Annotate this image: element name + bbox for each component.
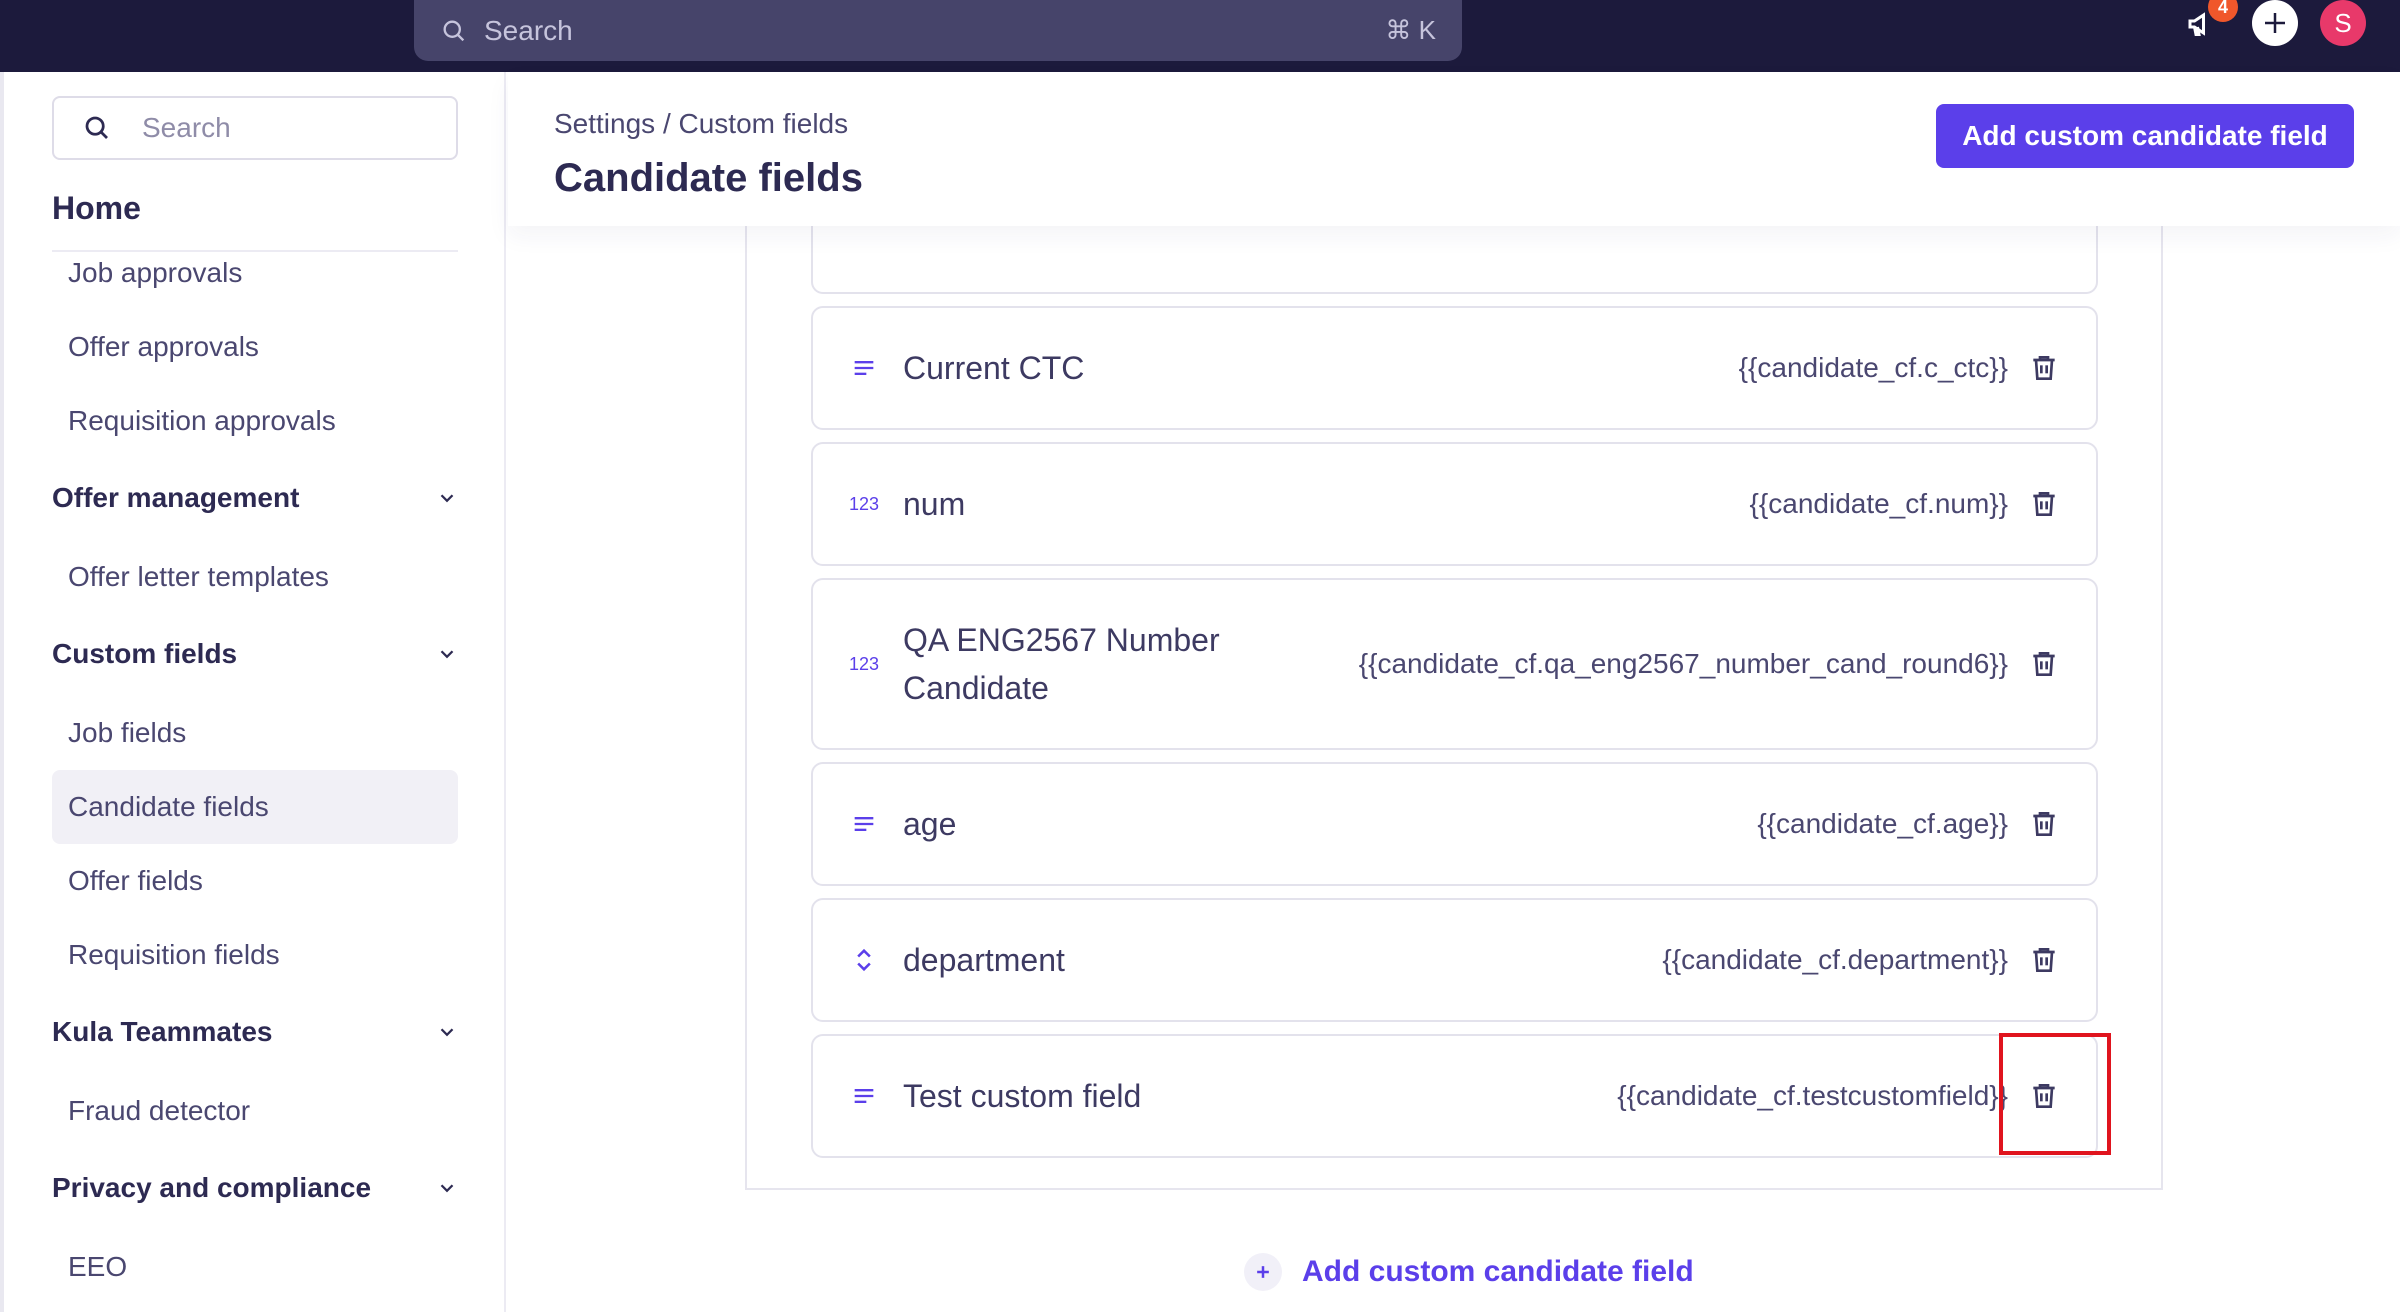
select-chevrons-icon — [849, 945, 879, 975]
sidebar-item-eeo[interactable]: EEO — [52, 1230, 458, 1304]
global-search-bar[interactable]: Search ⌘ K — [414, 0, 1462, 61]
add-custom-field-link[interactable]: Add custom candidate field — [1244, 1248, 1694, 1296]
sidebar-group-label: Offer management — [52, 482, 300, 513]
field-card-department[interactable]: department {{candidate_cf.department}} — [811, 898, 2098, 1022]
sidebar-item-requisition-fields[interactable]: Requisition fields — [52, 918, 458, 992]
sidebar-item-offer-fields[interactable]: Offer fields — [52, 844, 458, 918]
field-card-partial — [811, 226, 2098, 294]
sidebar-search-input[interactable]: Search — [52, 96, 458, 160]
field-card-current-ctc[interactable]: Current CTC {{candidate_cf.c_ctc}} — [811, 306, 2098, 430]
field-card-test-custom-field[interactable]: Test custom field {{candidate_cf.testcus… — [811, 1034, 2098, 1158]
field-name: Test custom field — [903, 1078, 1142, 1114]
search-shortcut-hint: ⌘ K — [1385, 15, 1436, 45]
sidebar-group-label: Custom fields — [52, 638, 238, 669]
chevron-down-icon — [436, 487, 458, 509]
add-custom-candidate-field-button[interactable]: Add custom candidate field — [1936, 104, 2354, 168]
trash-icon[interactable] — [2028, 487, 2060, 521]
field-name: num — [903, 486, 966, 522]
trash-icon[interactable] — [2028, 647, 2060, 681]
text-lines-icon — [849, 353, 879, 383]
field-name-line-1: QA ENG2567 Number — [903, 622, 1220, 658]
sidebar-item-offer-approvals[interactable]: Offer approvals — [52, 310, 458, 384]
settings-sidebar: Search Home Job approvals Offer approval… — [0, 72, 506, 1312]
sidebar-group-kula-teammates[interactable]: Kula Teammates — [52, 1002, 458, 1062]
search-icon — [82, 113, 112, 143]
field-name: department — [903, 942, 1065, 978]
global-search-placeholder: Search — [484, 14, 573, 46]
breadcrumb[interactable]: Settings / Custom fields — [554, 108, 848, 140]
page-header: Settings / Custom fields Candidate field… — [508, 72, 2400, 226]
field-card-age[interactable]: age {{candidate_cf.age}} — [811, 762, 2098, 886]
page-title: Candidate fields — [554, 156, 863, 200]
field-merge-key: {{candidate_cf.c_ctc}} — [1738, 352, 2008, 383]
add-custom-field-label: Add custom candidate field — [1302, 1255, 1694, 1288]
sidebar-group-custom-fields[interactable]: Custom fields — [52, 624, 458, 684]
number-icon: 123 — [848, 653, 880, 674]
field-merge-key: {{candidate_cf.qa_eng2567_number_cand_ro… — [1358, 648, 2008, 679]
sidebar-item-offer-letter-templates[interactable]: Offer letter templates — [52, 540, 458, 614]
plus-icon — [2260, 8, 2290, 38]
trash-icon[interactable] — [2028, 807, 2060, 841]
sidebar-item-job-approvals[interactable]: Job approvals — [52, 236, 458, 310]
field-merge-key: {{candidate_cf.age}} — [1757, 808, 2008, 839]
text-lines-icon — [849, 809, 879, 839]
create-new-button[interactable] — [2252, 0, 2298, 46]
sidebar-item-requisition-approvals[interactable]: Requisition approvals — [52, 384, 458, 458]
trash-icon[interactable] — [2028, 943, 2060, 977]
field-merge-key: {{candidate_cf.department}} — [1662, 944, 2008, 975]
field-name: Current CTC — [903, 350, 1085, 386]
sidebar-group-label: Kula Teammates — [52, 1016, 273, 1047]
sidebar-group-label: Privacy and compliance — [52, 1172, 372, 1203]
field-merge-key: {{candidate_cf.num}} — [1749, 488, 2008, 519]
sidebar-group-privacy-compliance[interactable]: Privacy and compliance — [52, 1158, 458, 1218]
sidebar-item-job-fields[interactable]: Job fields — [52, 696, 458, 770]
field-name-line-2: Candidate — [903, 670, 1049, 706]
search-icon — [440, 17, 468, 45]
field-card-qa-eng2567[interactable]: 123 QA ENG2567 Number Candidate {{candid… — [811, 578, 2098, 750]
chevron-down-icon — [436, 1177, 458, 1199]
sidebar-item-fraud-detector[interactable]: Fraud detector — [52, 1074, 458, 1148]
text-lines-icon — [849, 1081, 879, 1111]
field-merge-key: {{candidate_cf.testcustomfield}} — [1617, 1080, 2008, 1111]
trash-icon[interactable] — [2028, 351, 2060, 385]
sidebar-item-candidate-fields[interactable]: Candidate fields — [52, 770, 458, 844]
chevron-down-icon — [436, 643, 458, 665]
sidebar-home-link[interactable]: Home — [52, 190, 141, 227]
user-avatar[interactable]: S — [2320, 0, 2366, 46]
field-name: QA ENG2567 Number Candidate — [903, 616, 1220, 712]
sidebar-group-offer-management[interactable]: Offer management — [52, 468, 458, 528]
field-name: age — [903, 806, 957, 842]
chevron-down-icon — [436, 1021, 458, 1043]
highlight-box — [1999, 1033, 2111, 1155]
plus-icon — [1244, 1253, 1282, 1291]
top-bar: Search ⌘ K 4 S — [0, 0, 2400, 72]
sidebar-search-placeholder: Search — [142, 112, 231, 143]
number-icon: 123 — [848, 493, 880, 514]
field-card-num[interactable]: 123 num {{candidate_cf.num}} — [811, 442, 2098, 566]
